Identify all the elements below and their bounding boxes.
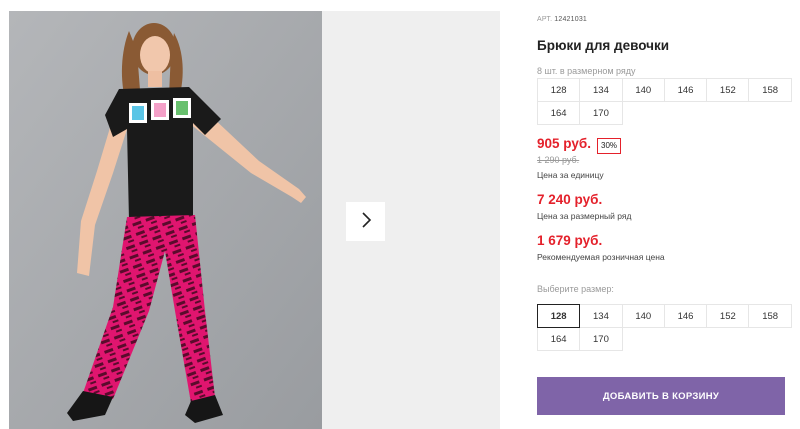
size-range-item: 140 <box>621 78 665 102</box>
unit-price: 905 руб. <box>537 136 591 151</box>
article-label: АРТ. <box>537 16 553 23</box>
size-range-item: 158 <box>748 78 792 102</box>
unit-price-label: Цена за единицу <box>537 170 604 180</box>
product-gallery <box>9 11 500 429</box>
girl-in-pink-pants-image <box>9 11 322 429</box>
article-value: 12421031 <box>554 16 588 23</box>
size-option[interactable]: 152 <box>706 304 750 328</box>
product-info-panel: АРТ. 12421031 Брюки для девочки 8 шт. в р… <box>537 0 792 429</box>
product-photo <box>9 11 322 429</box>
size-picker-grid: 128 134 140 146 152 158 164 170 <box>537 304 792 351</box>
old-price: 1 290 руб. <box>537 155 580 165</box>
size-range-label: 8 шт. в размерном ряду <box>537 66 636 76</box>
product-title: Брюки для девочки <box>537 38 670 53</box>
size-range-item: 146 <box>663 78 708 102</box>
range-price-label: Цена за размерный ряд <box>537 211 632 221</box>
next-image-button[interactable] <box>346 202 385 241</box>
range-price: 7 240 руб. <box>537 192 603 207</box>
article-number: АРТ. 12421031 <box>537 16 587 23</box>
size-range-grid: 128 134 140 146 152 158 164 170 <box>537 78 792 125</box>
size-range-item: 134 <box>579 78 623 102</box>
size-range-item: 128 <box>537 78 581 102</box>
size-range-item: 170 <box>579 101 623 125</box>
size-range-item: 152 <box>706 78 750 102</box>
size-option[interactable]: 134 <box>579 304 623 328</box>
size-option[interactable]: 170 <box>579 327 623 351</box>
size-option[interactable]: 140 <box>621 304 665 328</box>
retail-price: 1 679 руб. <box>537 233 603 248</box>
size-range-item: 164 <box>537 101 581 125</box>
size-option-selected[interactable]: 128 <box>537 304 581 328</box>
discount-badge: 30% <box>597 138 622 154</box>
size-option[interactable]: 158 <box>748 304 792 328</box>
add-to-cart-button[interactable]: ДОБАВИТЬ В КОРЗИНУ <box>537 377 785 415</box>
size-option[interactable]: 164 <box>537 327 581 351</box>
chevron-right-icon <box>360 212 372 231</box>
retail-price-label: Рекомендуемая розничная цена <box>537 252 665 262</box>
size-picker-label: Выберите размер: <box>537 284 614 294</box>
size-option[interactable]: 146 <box>663 304 708 328</box>
